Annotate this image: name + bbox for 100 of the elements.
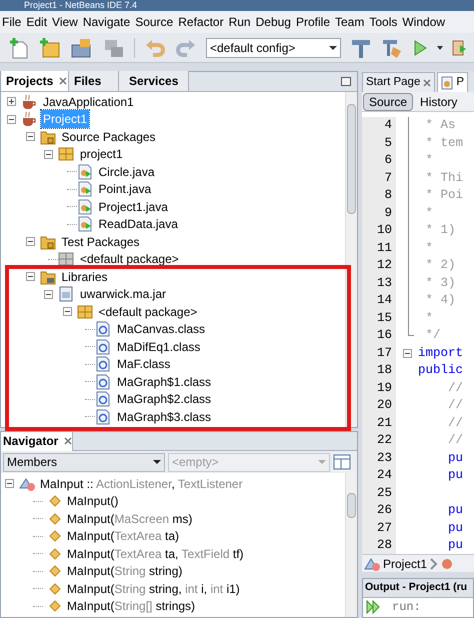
caret-icon: [437, 46, 443, 50]
line-number: 22: [362, 432, 396, 450]
expand-toggle[interactable]: [7, 97, 16, 106]
tree-item[interactable]: Project1.java: [96, 198, 170, 216]
code-line: * 1): [424, 222, 456, 240]
breadcrumb-item[interactable]: Project1: [383, 554, 428, 572]
panel-tab[interactable]: Navigator: [1, 432, 73, 450]
collapse-toggle[interactable]: [5, 479, 14, 488]
menu-item[interactable]: Navigate: [82, 13, 130, 31]
line-number: 14: [362, 292, 396, 310]
class-icon: [18, 476, 36, 492]
coffee-cup-icon: [21, 94, 37, 110]
editor-tab[interactable]: P: [437, 72, 468, 92]
tree-item[interactable]: Source Packages: [60, 128, 158, 146]
menu-item[interactable]: Refactor: [178, 13, 224, 31]
minimize-button[interactable]: [341, 76, 351, 86]
tree-item[interactable]: uwarwick.ma.jar: [78, 285, 168, 304]
line-number: 11: [362, 240, 396, 257]
code-line: * 2): [424, 257, 456, 274]
member-label[interactable]: MaInput(TextArea ta): [67, 527, 180, 546]
collapse-toggle[interactable]: [62, 307, 72, 316]
code-line: *: [424, 310, 434, 327]
menu-item[interactable]: File: [2, 13, 22, 31]
tree-item[interactable]: MaGraph$3.class: [115, 408, 214, 426]
collapse-toggle[interactable]: [26, 272, 34, 282]
panel-tab[interactable]: Projects: [1, 71, 69, 91]
tree-item[interactable]: <default package>: [96, 302, 200, 321]
editor-tab[interactable]: Start Page: [362, 72, 436, 92]
member-label[interactable]: MaInput(String[] strings): [67, 597, 196, 616]
line-number: 12: [362, 257, 396, 274]
menu-item[interactable]: View: [52, 13, 78, 31]
tree-item[interactable]: JavaApplication1: [41, 92, 136, 111]
java-file-icon: [76, 181, 92, 198]
menu-item[interactable]: Edit: [26, 13, 48, 31]
code-line: //: [447, 414, 464, 432]
line-number: 15: [362, 310, 396, 327]
tree-item[interactable]: Test Packages: [60, 232, 142, 251]
filter-dropdown[interactable]: Members: [3, 452, 165, 472]
java-file-icon: [76, 216, 92, 232]
code-line: * 4): [424, 292, 456, 310]
tree-item[interactable]: MaDifEq1.class: [115, 338, 202, 356]
line-number: 18: [362, 362, 396, 380]
caret-icon: [329, 44, 337, 50]
collapse-toggle[interactable]: [26, 132, 34, 142]
new-project-icon: [39, 36, 61, 58]
member-label[interactable]: MaInput(String string, int i, int i1): [67, 580, 240, 598]
code-line: pu: [447, 520, 464, 537]
java-file-icon: [441, 76, 454, 90]
tree-item[interactable]: MaF.class: [115, 355, 172, 374]
collapse-toggle[interactable]: [26, 237, 34, 246]
code-line: pu: [447, 502, 464, 520]
code-line: */: [424, 327, 441, 344]
class-file-icon: [95, 338, 111, 355]
member-label[interactable]: MaInput(MaScreen ms): [67, 510, 192, 528]
tree-item[interactable]: Circle.java: [96, 162, 157, 181]
chevron-icon: [430, 558, 438, 570]
collapse-toggle[interactable]: [402, 348, 412, 358]
member-label[interactable]: MaInput :: ActionListener, TextListener: [40, 474, 243, 493]
menu-item[interactable]: Window: [402, 13, 446, 31]
folder-icon: [40, 128, 56, 145]
menu-item[interactable]: Run: [228, 13, 251, 31]
tree-item[interactable]: Libraries: [60, 268, 110, 286]
config-dropdown[interactable]: <default config>: [206, 38, 341, 58]
member-label[interactable]: MaInput(): [67, 492, 118, 510]
menu-item[interactable]: Team: [335, 13, 364, 31]
collapse-toggle[interactable]: [44, 290, 53, 299]
line-number: 19: [362, 380, 396, 397]
menu-item[interactable]: Tools: [369, 13, 398, 31]
menu-item[interactable]: Profile: [296, 13, 330, 31]
code-line: public: [418, 362, 464, 380]
member-label[interactable]: MaInput(String string): [67, 562, 182, 580]
panel-tab[interactable]: Services: [119, 71, 189, 91]
coffee-cup-icon: [21, 111, 37, 128]
menu-item[interactable]: Debug: [256, 13, 291, 31]
member-label[interactable]: MaInput(TextArea ta, TextField tf): [67, 544, 244, 563]
tree-item[interactable]: MaGraph$1.class: [115, 372, 214, 391]
package-icon: [58, 146, 74, 162]
menu-item[interactable]: Source: [135, 13, 174, 31]
view-toggle[interactable]: History: [415, 92, 462, 110]
code-line: * Thi: [424, 170, 464, 187]
panel-tab[interactable]: Files: [69, 71, 119, 91]
class-file-icon: [95, 391, 111, 408]
tree-item[interactable]: Point.java: [96, 180, 154, 198]
package-icon: [76, 304, 92, 320]
line-number: 17: [362, 344, 396, 362]
tree-item[interactable]: project1: [78, 145, 125, 164]
tree-item[interactable]: ReadData.java: [96, 215, 180, 234]
line-number: 13: [362, 274, 396, 292]
collapse-toggle[interactable]: [44, 150, 53, 159]
tree-item[interactable]: MaGraph$2.class: [115, 390, 214, 408]
line-number: 21: [362, 414, 396, 432]
scrollbar[interactable]: [345, 473, 357, 617]
tree-item[interactable]: MaCanvas.class: [115, 320, 208, 338]
tree-item[interactable]: <default package>: [78, 250, 181, 268]
view-toggle[interactable]: Source: [363, 92, 414, 110]
package-icon: [58, 251, 74, 268]
collapse-toggle[interactable]: [7, 114, 16, 124]
output-line: run:: [392, 599, 421, 616]
line-number: 7: [362, 170, 396, 187]
code-editor[interactable]: 4 * As 5 * tem 6 * 7 * Thi 8 * Poi 9 * 10 * 1) 11 * 12 * 2) 13 * 3) 14 * 4) 15 * 16 */ 17 import 18 public 19 // 20 // 21 // 22 // 23 pu 24 pu 25 26 pu 27 pu 28 pu: [362, 112, 474, 554]
